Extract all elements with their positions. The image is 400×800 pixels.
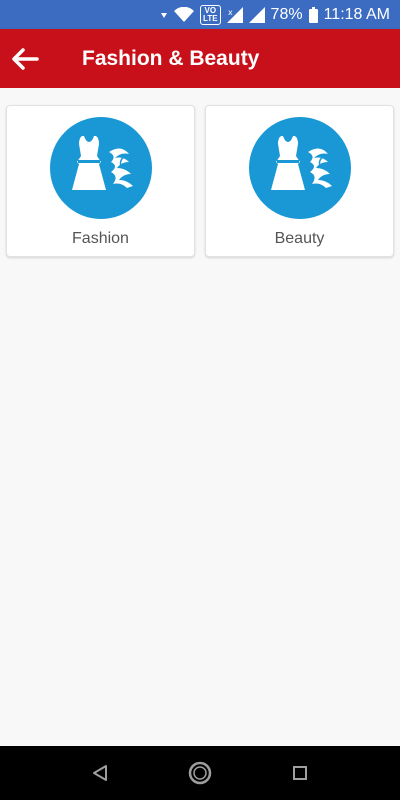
dress-and-hair-icon <box>248 117 351 219</box>
status-bar: VO LTE x 78% 11:18 AM <box>0 0 400 29</box>
arrow-left-icon <box>12 47 39 70</box>
home-circle-icon <box>188 761 212 785</box>
dress-and-hair-icon <box>49 117 152 219</box>
svg-text:x: x <box>228 8 233 17</box>
category-label: Beauty <box>274 230 325 247</box>
volte-icon: VO LTE <box>200 4 221 25</box>
recents-square-icon <box>293 766 307 780</box>
content-area: Fashion Beauty <box>0 88 400 746</box>
category-label: Fashion <box>72 230 129 247</box>
clock: 11:18 AM <box>323 5 390 23</box>
nav-recents-button[interactable] <box>285 758 315 788</box>
notification-arrow-icon <box>161 12 168 18</box>
wifi-icon <box>174 6 195 22</box>
battery-percent: 78% <box>270 5 303 23</box>
page-title: Fashion & Beauty <box>82 46 260 70</box>
signal-no-data-icon: x <box>226 6 243 23</box>
battery-icon <box>308 6 318 23</box>
system-nav-bar <box>0 746 400 800</box>
app-bar: Fashion & Beauty <box>0 29 400 88</box>
nav-back-button[interactable] <box>85 758 115 788</box>
signal-icon <box>248 6 265 23</box>
back-button[interactable] <box>0 29 50 88</box>
category-card-beauty[interactable]: Beauty <box>205 105 394 257</box>
back-triangle-icon <box>93 765 107 781</box>
nav-home-button[interactable] <box>185 758 215 788</box>
category-card-fashion[interactable]: Fashion <box>6 105 195 257</box>
category-grid: Fashion Beauty <box>0 88 400 257</box>
